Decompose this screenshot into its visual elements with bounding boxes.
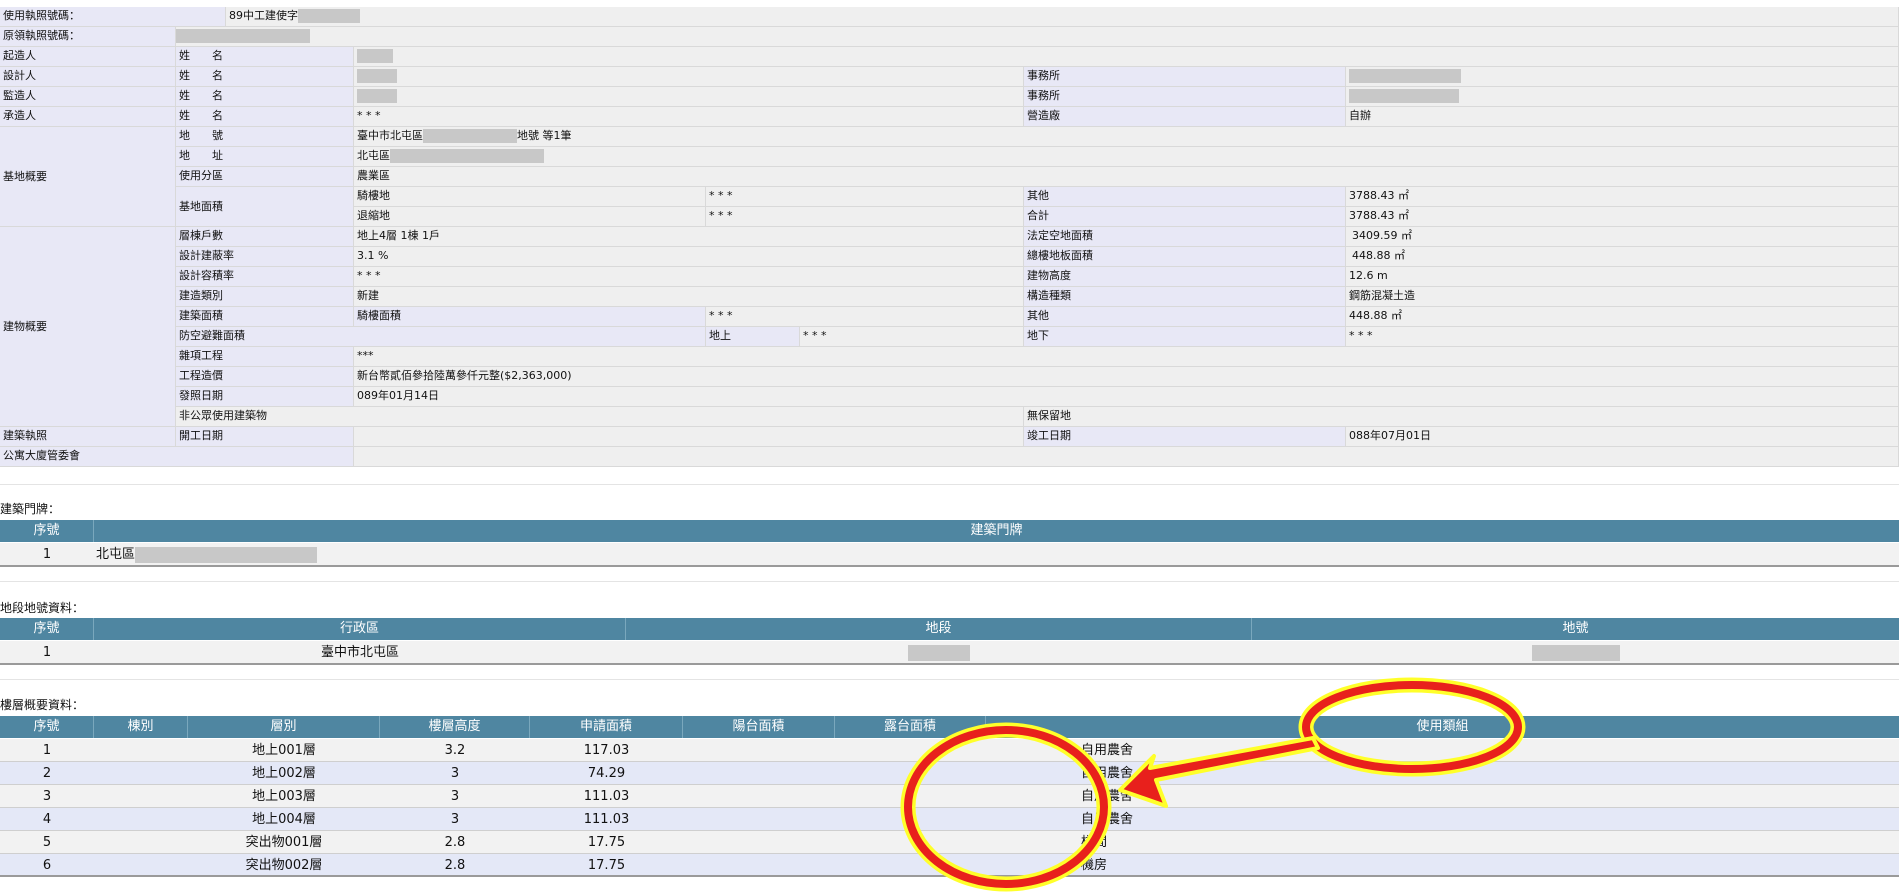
annotation-ellipse-header bbox=[1302, 681, 1522, 773]
annotation-overlay bbox=[900, 677, 1526, 892]
annotation-ellipse-column bbox=[904, 726, 1108, 888]
annotation-arrow bbox=[1118, 736, 1320, 808]
